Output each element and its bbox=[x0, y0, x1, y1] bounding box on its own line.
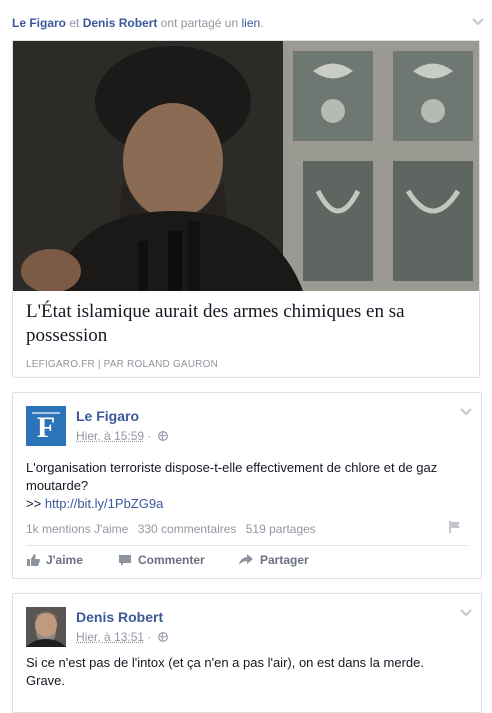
link-source-line: LEFIGARO.FR | PAR ROLAND GAURON bbox=[26, 359, 218, 370]
link-source-separator: | bbox=[98, 359, 101, 370]
meta-separator: · bbox=[147, 429, 151, 443]
like-count[interactable]: 1k mentions J'aime bbox=[26, 522, 128, 536]
share-count[interactable]: 519 partages bbox=[246, 522, 316, 536]
post-text: Si ce n'est pas de l'intox (et ça n'en a… bbox=[26, 654, 466, 690]
share-header: Le Figaro et Denis Robert ont partagé un… bbox=[0, 0, 492, 40]
post-meta: Hier, à 15:59 · bbox=[76, 429, 168, 443]
post-author[interactable]: Le Figaro bbox=[76, 408, 139, 424]
shared-link-word[interactable]: lien bbox=[242, 16, 261, 30]
share-verb: ont partagé un bbox=[161, 16, 238, 30]
post-body: L'organisation terroriste dispose-t-elle… bbox=[26, 459, 466, 513]
post-timestamp[interactable]: Hier, à 15:59 bbox=[76, 429, 144, 443]
post-stats: 1k mentions J'aime 330 commentaires 519 … bbox=[26, 522, 322, 536]
post-timestamp[interactable]: Hier, à 13:51 bbox=[76, 630, 144, 644]
link-preview-image[interactable] bbox=[13, 41, 480, 291]
connector-text: et bbox=[69, 16, 79, 30]
svg-text:F: F bbox=[37, 411, 55, 444]
meta-separator: · bbox=[147, 630, 151, 644]
header-period: . bbox=[260, 16, 263, 30]
sharer-name-2[interactable]: Denis Robert bbox=[83, 16, 158, 30]
comment-label: Commenter bbox=[138, 553, 205, 567]
chevron-down-icon[interactable] bbox=[459, 608, 473, 618]
divider bbox=[26, 545, 468, 546]
chevron-down-icon[interactable] bbox=[471, 17, 485, 27]
post-meta: Hier, à 13:51 · bbox=[76, 630, 168, 644]
post-denis-robert: Denis Robert Hier, à 13:51 · Si ce n'est… bbox=[12, 593, 482, 713]
avatar[interactable] bbox=[26, 607, 66, 647]
avatar[interactable]: F bbox=[26, 406, 66, 446]
sharer-name-1[interactable]: Le Figaro bbox=[12, 16, 66, 30]
comment-count[interactable]: 330 commentaires bbox=[138, 522, 237, 536]
thumbs-up-icon bbox=[26, 553, 40, 567]
chevron-down-icon[interactable] bbox=[459, 407, 473, 417]
link-preview-card[interactable]: L'État islamique aurait des armes chimiq… bbox=[12, 40, 480, 378]
like-button[interactable]: J'aime bbox=[26, 553, 83, 567]
link-domain: LEFIGARO.FR bbox=[26, 359, 95, 370]
post-text: L'organisation terroriste dispose-t-elle… bbox=[26, 460, 437, 493]
globe-icon bbox=[158, 631, 168, 641]
link-prefix: >> bbox=[26, 496, 41, 511]
share-button[interactable]: Partager bbox=[238, 553, 309, 567]
link-title[interactable]: L'État islamique aurait des armes chimiq… bbox=[26, 300, 466, 348]
comment-icon bbox=[118, 553, 132, 567]
post-author[interactable]: Denis Robert bbox=[76, 609, 163, 625]
share-label: Partager bbox=[260, 553, 309, 567]
post-link[interactable]: http://bit.ly/1PbZG9a bbox=[45, 496, 164, 511]
flag-icon[interactable] bbox=[448, 520, 462, 534]
share-icon bbox=[238, 553, 254, 567]
globe-icon bbox=[158, 430, 168, 440]
like-label: J'aime bbox=[46, 553, 83, 567]
post-le-figaro: F Le Figaro Hier, à 15:59 · L'organisati… bbox=[12, 392, 482, 579]
share-header-text: Le Figaro et Denis Robert ont partagé un… bbox=[12, 16, 264, 30]
link-byline: PAR ROLAND GAURON bbox=[104, 359, 218, 370]
comment-button[interactable]: Commenter bbox=[118, 553, 205, 567]
